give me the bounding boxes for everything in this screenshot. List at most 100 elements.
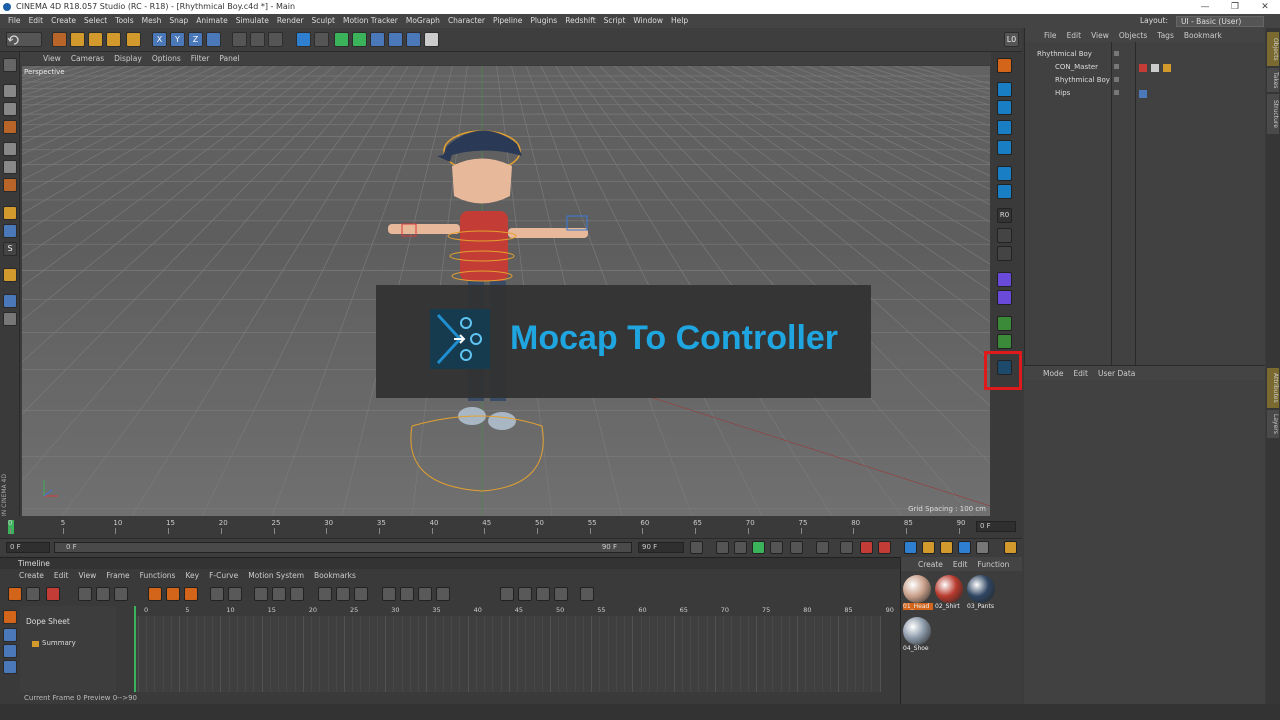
help-icon[interactable]: [878, 541, 891, 554]
weight-tool-icon[interactable]: [997, 184, 1012, 199]
joint-tool-icon[interactable]: [997, 82, 1012, 97]
polygons-mode-icon[interactable]: [3, 178, 17, 192]
timeline-menu-item-6[interactable]: F-Curve: [204, 571, 243, 580]
unify-tangent-icon[interactable]: [518, 587, 532, 601]
menu-item-1[interactable]: Edit: [25, 14, 48, 28]
workplane-icon[interactable]: [3, 294, 17, 308]
material-swatch[interactable]: [903, 617, 931, 645]
ik-tool-icon[interactable]: [997, 100, 1012, 115]
world-coordinate-icon[interactable]: [206, 32, 221, 47]
show-curves-icon[interactable]: [3, 644, 17, 658]
clamp-icon[interactable]: [382, 587, 396, 601]
plugin-tool-orange-icon[interactable]: [997, 58, 1012, 73]
minimize-button[interactable]: —: [1190, 0, 1220, 14]
layout-toggle-icon[interactable]: L0: [1004, 32, 1019, 47]
rotate-tool-icon[interactable]: [106, 32, 121, 47]
dope-sheet-icon[interactable]: [580, 587, 594, 601]
bend-deformer-icon[interactable]: [370, 32, 385, 47]
menu-item-13[interactable]: Character: [444, 14, 489, 28]
timeline-record-icon[interactable]: [114, 587, 128, 601]
live-selection-icon[interactable]: [52, 32, 67, 47]
light-object-icon[interactable]: [424, 32, 439, 47]
time-ruler[interactable]: 0 F 0 5 10 15 20 25 30 35 40 45 50 55 60 65 70 75 80 85 90: [0, 516, 1022, 538]
menu-item-17[interactable]: Script: [600, 14, 630, 28]
timeline-menu-item-8[interactable]: Bookmarks: [309, 571, 361, 580]
pencil-tool-icon[interactable]: [997, 228, 1012, 243]
overshoot-icon[interactable]: [418, 587, 432, 601]
add-key-icon[interactable]: [148, 587, 162, 601]
menu-item-11[interactable]: Motion Tracker: [339, 14, 402, 28]
timeline-link-icon[interactable]: [96, 587, 110, 601]
viewport-menu-item-3[interactable]: Options: [147, 54, 186, 63]
auto-tangent-icon[interactable]: [400, 587, 414, 601]
material-label[interactable]: 04_Shoe: [903, 645, 933, 652]
object-row[interactable]: Rhythmical Boy: [1025, 48, 1266, 61]
timeline-menu-item-0[interactable]: Create: [14, 571, 49, 580]
viewport-menu-item-4[interactable]: Filter: [186, 54, 215, 63]
max-frame-field[interactable]: 90 F: [638, 542, 684, 553]
zero-angle-icon[interactable]: [210, 587, 224, 601]
viewport-menu-item-0[interactable]: View: [38, 54, 66, 63]
object-menu-item-2[interactable]: View: [1086, 31, 1114, 40]
subdivision-surface-icon[interactable]: [334, 32, 349, 47]
tab-layers[interactable]: Layers: [1267, 410, 1279, 438]
x-axis-lock-icon[interactable]: X: [152, 32, 167, 47]
timeline-menu-item-4[interactable]: Functions: [135, 571, 181, 580]
material-menu-item-1[interactable]: Edit: [948, 560, 973, 569]
array-object-icon[interactable]: [352, 32, 367, 47]
current-frame-field[interactable]: 0 F: [6, 542, 50, 553]
linear-interp-icon[interactable]: [254, 587, 268, 601]
show-layers-icon[interactable]: [3, 660, 17, 674]
step-interp-icon[interactable]: [272, 587, 286, 601]
tab-objects[interactable]: Objects: [1267, 32, 1279, 66]
summary-label[interactable]: Summary: [42, 639, 76, 647]
material-label[interactable]: 01_Head: [903, 603, 933, 610]
material-label[interactable]: 02_Shirt: [935, 603, 965, 610]
key-pla-icon[interactable]: [976, 541, 989, 554]
object-row[interactable]: Hips: [1025, 87, 1266, 100]
magnet-tool-icon[interactable]: [997, 246, 1012, 261]
timeline-filter-icon[interactable]: [78, 587, 92, 601]
timeline-menu-item-2[interactable]: View: [73, 571, 101, 580]
menu-item-9[interactable]: Render: [273, 14, 308, 28]
show-tracks-icon[interactable]: [3, 628, 17, 642]
layout-select[interactable]: UI - Basic (User): [1176, 15, 1264, 27]
object-menu-item-5[interactable]: Bookmark: [1179, 31, 1227, 40]
tab-attributes[interactable]: Attributes: [1267, 368, 1279, 408]
pen-spline-icon[interactable]: [314, 32, 329, 47]
display-tag-icon[interactable]: [1163, 64, 1171, 72]
snap-icon[interactable]: S: [3, 242, 17, 256]
viewport-menu-item-2[interactable]: Display: [109, 54, 147, 63]
restore-button[interactable]: ❐: [1220, 0, 1250, 14]
keep-tangent-icon[interactable]: [554, 587, 568, 601]
viewport-menu-item-1[interactable]: Cameras: [66, 54, 109, 63]
menu-item-2[interactable]: Create: [47, 14, 80, 28]
floor-object-icon[interactable]: [388, 32, 403, 47]
preview-range-slider[interactable]: 0 F 90 F: [54, 542, 632, 553]
menu-item-19[interactable]: Help: [667, 14, 692, 28]
record-key-icon[interactable]: [860, 541, 873, 554]
key-position-icon[interactable]: [904, 541, 917, 554]
ease-in-icon[interactable]: [318, 587, 332, 601]
figure-alt-tool-icon[interactable]: [997, 334, 1012, 349]
locked-workplane-icon[interactable]: [3, 312, 17, 326]
make-editable-icon[interactable]: [3, 58, 17, 72]
render-settings-icon[interactable]: [268, 32, 283, 47]
workplane-mode-icon[interactable]: [3, 120, 17, 134]
ease-out-icon[interactable]: [336, 587, 350, 601]
key-rotation-icon[interactable]: [940, 541, 953, 554]
play-icon[interactable]: [752, 541, 765, 554]
menu-item-18[interactable]: Window: [629, 14, 667, 28]
axis-mode-icon[interactable]: [3, 206, 17, 220]
edges-mode-icon[interactable]: [3, 160, 17, 174]
character-tool-icon[interactable]: [997, 120, 1012, 135]
record-active-icon[interactable]: [840, 541, 853, 554]
timeline-menu-item-3[interactable]: Frame: [101, 571, 134, 580]
viewport-menu-item-5[interactable]: Panel: [214, 54, 244, 63]
texture-mode-icon[interactable]: [3, 102, 17, 116]
lock-tangent-icon[interactable]: [536, 587, 550, 601]
menu-item-3[interactable]: Select: [80, 14, 111, 28]
ik-tag-icon[interactable]: [1139, 90, 1147, 98]
timeline-menu-item-1[interactable]: Edit: [49, 571, 74, 580]
material-tag-icon[interactable]: [1151, 64, 1159, 72]
